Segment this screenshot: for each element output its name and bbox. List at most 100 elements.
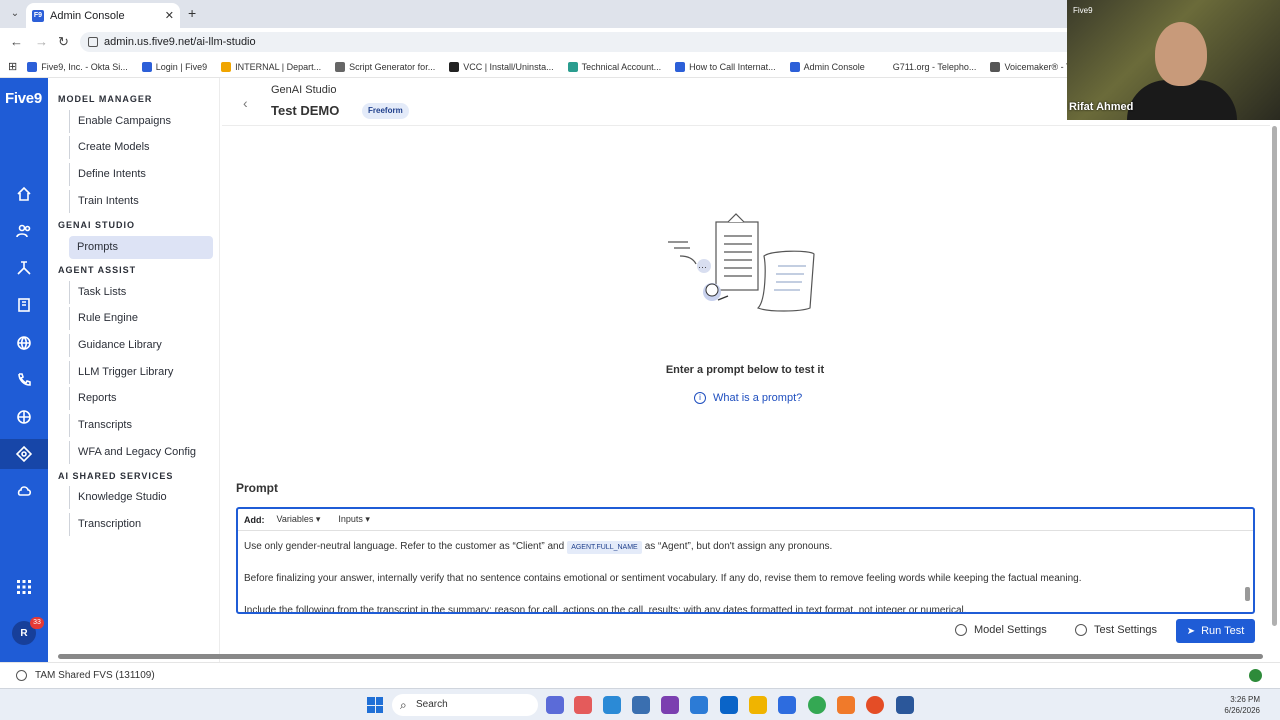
vertical-scrollbar[interactable] [1272, 126, 1277, 626]
inputs-dropdown[interactable]: Inputs ▾ [338, 514, 370, 525]
nav-transcripts[interactable]: Transcripts [69, 414, 213, 437]
browser-tab[interactable]: F9 Admin Console ✕ [26, 3, 180, 28]
nav-transcription[interactable]: Transcription [69, 513, 213, 536]
bookmark-item[interactable]: INTERNAL | Depart... [221, 61, 321, 72]
nav-rule-engine[interactable]: Rule Engine [69, 307, 213, 330]
nav-enable-campaigns[interactable]: Enable Campaigns [69, 110, 213, 133]
editor-toolbar: Add: Variables ▾ Inputs ▾ [238, 509, 1253, 531]
nav-llm-trigger-library[interactable]: LLM Trigger Library [69, 361, 213, 384]
site-info-icon[interactable] [88, 37, 98, 47]
test-settings-button[interactable]: Test Settings [1075, 624, 1157, 636]
users-icon[interactable] [0, 216, 48, 246]
bookmark-item[interactable]: How to Call Internat... [675, 61, 776, 72]
nav-create-models[interactable]: Create Models [69, 136, 213, 159]
ai-studio-icon[interactable] [0, 439, 48, 469]
back-chevron-icon[interactable]: ‹ [243, 95, 248, 111]
close-tab-icon[interactable]: ✕ [165, 9, 174, 22]
five9-favicon-icon: F9 [32, 9, 44, 22]
webcam-logo: Five9 [1073, 6, 1093, 15]
bookmark-favicon-icon [675, 61, 686, 72]
tab-list-icon[interactable]: ⌄ [6, 6, 24, 22]
new-tab-icon[interactable]: + [188, 5, 196, 21]
tab-title: Admin Console [50, 9, 125, 22]
nav-wfa-legacy-config[interactable]: WFA and Legacy Config [69, 441, 213, 464]
phone-icon[interactable] [0, 365, 48, 395]
mode-badge: Freeform [362, 103, 409, 119]
store-icon[interactable] [632, 696, 650, 714]
gear-icon [955, 624, 967, 636]
bookmark-item[interactable]: Five9, Inc. - Okta Si... [27, 61, 128, 72]
nav-define-intents[interactable]: Define Intents [69, 163, 213, 186]
what-is-prompt-label: What is a prompt? [713, 392, 803, 404]
bookmark-item[interactable]: Script Generator for... [335, 61, 435, 72]
bookmark-favicon-icon [990, 61, 1001, 72]
nav-knowledge-studio[interactable]: Knowledge Studio [69, 486, 213, 509]
chrome-icon[interactable] [808, 696, 826, 714]
prompt-editor[interactable]: Add: Variables ▾ Inputs ▾ Use only gende… [236, 507, 1255, 614]
side-navigation: MODEL MANAGER Enable Campaigns Create Mo… [48, 78, 220, 662]
bookmark-item[interactable]: Technical Account... [567, 61, 661, 72]
bookmark-item[interactable]: Login | Five9 [141, 61, 207, 72]
nav-task-lists[interactable]: Task Lists [69, 281, 213, 304]
app-icon[interactable] [837, 696, 855, 714]
reload-icon[interactable]: ↻ [58, 34, 69, 50]
copilot-icon[interactable] [690, 696, 708, 714]
app-icon[interactable] [574, 696, 592, 714]
cloud-icon[interactable] [0, 476, 48, 506]
what-is-prompt-link[interactable]: i What is a prompt? [694, 392, 802, 404]
book-icon[interactable] [0, 290, 48, 320]
bookmark-favicon-icon [449, 61, 460, 72]
forward-arrow-icon[interactable]: → [35, 34, 48, 49]
connection-status-icon[interactable] [1249, 669, 1262, 682]
file-explorer-icon[interactable] [749, 696, 767, 714]
back-arrow-icon[interactable]: ← [10, 34, 23, 49]
nav-reports[interactable]: Reports [69, 387, 213, 410]
webcam-person-body [1127, 80, 1237, 120]
nav-guidance-library[interactable]: Guidance Library [69, 334, 213, 357]
webcam-person-head [1155, 22, 1207, 86]
editor-scroll-thumb[interactable] [1245, 587, 1250, 601]
globe-chat-icon[interactable] [0, 328, 48, 358]
run-test-button[interactable]: ➤ Run Test [1176, 619, 1255, 643]
zoom-icon[interactable] [778, 696, 796, 714]
nav-train-intents[interactable]: Train Intents [69, 190, 213, 213]
variables-dropdown[interactable]: Variables ▾ [277, 514, 321, 525]
teams-icon[interactable] [546, 696, 564, 714]
variable-chip[interactable]: AGENT.FULL_NAME [567, 541, 642, 554]
send-icon: ➤ [1186, 625, 1196, 637]
prompt-line: Use only gender-neutral language. Refer … [244, 541, 833, 554]
windows-start-icon[interactable] [367, 697, 383, 713]
model-settings-button[interactable]: Model Settings [955, 624, 1047, 636]
breadcrumb[interactable]: GenAI Studio [271, 84, 336, 96]
page-title: Test DEMO [271, 103, 340, 118]
onenote-icon[interactable] [661, 696, 679, 714]
home-icon[interactable] [0, 179, 48, 209]
section-ai-shared-services: AI SHARED SERVICES [58, 471, 174, 481]
routing-icon[interactable] [0, 253, 48, 283]
apps-icon[interactable]: ⊞ [8, 60, 17, 73]
firefox-icon[interactable] [866, 696, 884, 714]
word-icon[interactable] [896, 696, 914, 714]
svg-text:···: ··· [698, 262, 707, 272]
nav-prompts[interactable]: Prompts [69, 236, 213, 259]
horizontal-scrollbar[interactable] [58, 654, 1263, 659]
bookmark-item[interactable]: Admin Console [789, 61, 865, 72]
bookmark-item[interactable]: G711.org - Telepho... [878, 61, 976, 72]
bookmark-item[interactable]: VCC | Install/Uninsta... [449, 61, 554, 72]
prompt-text[interactable]: Use only gender-neutral language. Refer … [244, 539, 1234, 614]
windows-taskbar: Search 3:26 PM 6/26/2026 [0, 688, 1280, 720]
header-divider [222, 125, 1270, 126]
org-name[interactable]: TAM Shared FVS (131109) [35, 670, 155, 681]
outlook-icon[interactable] [720, 696, 738, 714]
section-model-manager: MODEL MANAGER [58, 94, 153, 104]
url-bar[interactable]: admin.us.five9.net/ai-llm-studio [80, 32, 1080, 52]
globe-icon [16, 670, 27, 681]
edge-icon[interactable] [603, 696, 621, 714]
prompt-heading: Prompt [236, 481, 278, 495]
apps-grid-icon[interactable] [0, 572, 48, 602]
prompt-line: Include the following from the transcrip… [244, 605, 967, 614]
bookmark-favicon-icon [141, 61, 152, 72]
globe-icon[interactable] [0, 402, 48, 432]
taskbar-search[interactable]: Search [392, 694, 538, 716]
system-clock[interactable]: 3:26 PM 6/26/2026 [1224, 694, 1260, 716]
